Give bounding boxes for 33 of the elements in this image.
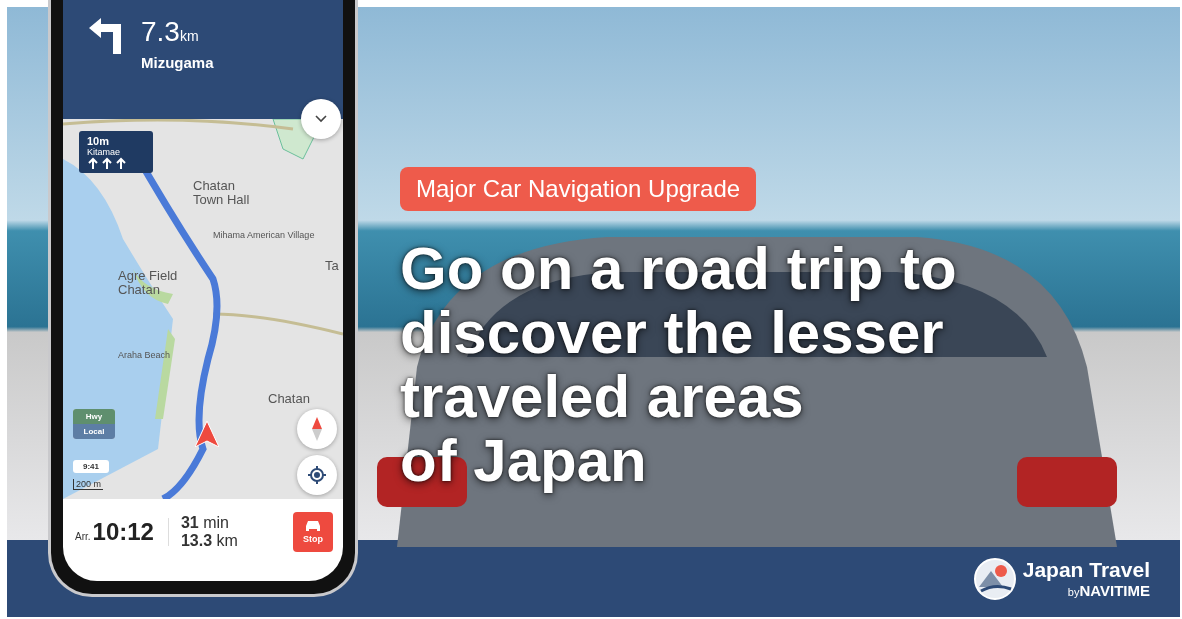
arrival-time: 10:12 — [92, 518, 154, 546]
map-label: Chatan — [268, 392, 310, 407]
headline-text: Go on a road trip to — [400, 237, 957, 301]
arrival-label: Arr. — [75, 531, 91, 542]
road-type-toggle[interactable]: Hwy Local — [73, 409, 115, 439]
locate-button[interactable] — [297, 455, 337, 495]
turn-distance: 7.3km — [141, 16, 200, 48]
logo-title: Japan Travel — [1022, 558, 1150, 582]
turn-left-arrow-icon — [87, 16, 123, 54]
stop-button[interactable]: Stop — [293, 512, 333, 552]
clock-chip: 9:41 — [73, 460, 109, 473]
lane-guide: 10m Kitamae — [79, 131, 153, 173]
headline-text: of Japan — [400, 429, 648, 493]
chevron-down-icon — [315, 115, 327, 123]
logo-byline: byNAVITIME — [1067, 582, 1150, 599]
compass-icon — [312, 417, 322, 441]
car-position-arrow-icon — [195, 421, 219, 447]
mountain-sun-logo-icon — [972, 556, 1017, 601]
headline-badge: Major Car Navigation Upgrade — [400, 167, 757, 211]
compass-button[interactable] — [297, 409, 337, 449]
map-label: Ta — [325, 259, 339, 274]
map-label: Araha Beach — [118, 351, 171, 361]
street-name: Mizugama — [141, 54, 214, 71]
map-label: Chatan Town Hall — [193, 179, 251, 208]
map-label: Mihama American Village — [213, 231, 315, 241]
trip-distance: 13.3 km — [180, 532, 239, 550]
car-icon — [305, 520, 321, 532]
map-label: Agre Field Chatan — [118, 269, 179, 298]
trip-duration: 31 min — [180, 514, 230, 532]
map-view[interactable]: Chatan Town Hall Mihama American Village Agre Field Chatan Araha Beach Chatan Ta 10m Kitamae Hwy Local 9:41 200 m — [63, 119, 343, 499]
locate-icon — [308, 466, 326, 484]
headline-text: discover the lesser — [400, 301, 945, 365]
map-scale: 200 m — [73, 479, 103, 490]
